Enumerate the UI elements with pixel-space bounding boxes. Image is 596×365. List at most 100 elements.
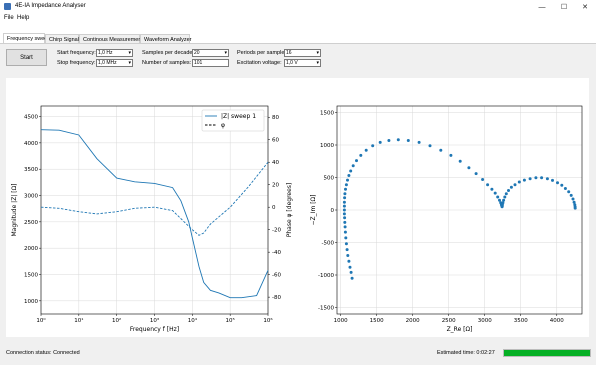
- bode-x-tick-label: 10⁴: [188, 317, 198, 324]
- bode-y-tick-label: 1000: [24, 299, 38, 305]
- bode-y-tick-label: 3500: [24, 167, 38, 173]
- nyquist-point: [556, 181, 559, 185]
- nyquist-point: [345, 248, 349, 252]
- nyquist-point: [349, 169, 353, 173]
- bode-y-tick-label: 4500: [24, 115, 38, 121]
- nyquist-point: [474, 172, 478, 176]
- stop-frequency-select[interactable]: 1,0 MHz ▾: [96, 59, 133, 67]
- progress-bar: [503, 349, 591, 357]
- nyquist-point: [560, 183, 564, 187]
- excitation-voltage-label: Excitation voltage:: [237, 60, 282, 66]
- nyquist-point: [342, 204, 346, 208]
- excitation-voltage-select[interactable]: 1,0 V ▾: [284, 59, 321, 67]
- nyquist-point: [486, 183, 490, 187]
- close-button[interactable]: ✕: [574, 1, 596, 13]
- bode-x-tick-label: 10³: [150, 317, 159, 324]
- nyquist-point: [371, 144, 375, 148]
- bode-x-tick-label: 10⁶: [263, 317, 273, 324]
- number-of-samples-label: Number of samples:: [142, 60, 192, 66]
- bode-x-axis-label: Frequency f [Hz]: [130, 326, 179, 333]
- nyquist-point: [343, 192, 347, 196]
- samples-per-decade-label: Samples per decade:: [142, 50, 194, 56]
- samples-per-decade-select[interactable]: 20 ▾: [192, 49, 229, 57]
- nyquist-point: [507, 189, 510, 192]
- menu-bar: [0, 14, 596, 24]
- bode-legend-label: φ: [221, 122, 225, 129]
- bode-y-tick-label: 2000: [24, 246, 38, 252]
- nyquist-point: [350, 276, 354, 280]
- nyquist-x-tick-label: 2500: [442, 318, 456, 324]
- nyquist-point: [344, 183, 348, 187]
- bode-y-tick-label: 2500: [24, 220, 38, 226]
- nyquist-point: [493, 191, 497, 195]
- nyquist-point: [347, 259, 351, 263]
- nyquist-y-tick-label: -1000: [318, 273, 334, 279]
- nyquist-point: [406, 139, 410, 142]
- bode-x-tick-label: 10¹: [74, 317, 83, 324]
- minimize-button[interactable]: —: [531, 1, 553, 13]
- nyquist-y-tick-label: -500: [322, 241, 335, 247]
- nyquist-point: [344, 236, 348, 240]
- bode-y-tick-label: 3000: [24, 194, 38, 200]
- bode-legend-label: |Z| sweep 1: [221, 113, 256, 120]
- bode-y2-tick-label: 20: [272, 183, 279, 189]
- charts-svg: 10⁰ 10¹ 10² 10³ 10⁴ 10⁵ 10⁶1000150020002500300…: [11, 105, 583, 333]
- nyquist-x-tick-label: 1500: [370, 318, 384, 324]
- nyquist-point: [517, 180, 521, 184]
- menu-file[interactable]: File: [4, 15, 14, 21]
- number-of-samples-field[interactable]: 101: [192, 59, 229, 67]
- window-title: 4E-IA Impedance Analyser: [15, 3, 86, 9]
- nyquist-y-tick-label: 1500: [320, 111, 334, 117]
- nyquist-point: [349, 270, 353, 274]
- chevron-down-icon: ▾: [128, 50, 131, 56]
- menu-help[interactable]: Help: [17, 15, 29, 21]
- nyquist-y-axis-label: −Z_Im [Ω]: [310, 195, 317, 226]
- nyquist-point: [540, 176, 544, 180]
- nyquist-point: [387, 139, 391, 142]
- periods-per-sample-select[interactable]: 16 ▾: [284, 49, 321, 57]
- chevron-down-icon: ▾: [128, 60, 131, 66]
- nyquist-x-tick-label: 3500: [514, 318, 528, 324]
- nyquist-point: [513, 183, 517, 187]
- nyquist-point: [449, 153, 453, 157]
- nyquist-point: [378, 140, 382, 144]
- nyquist-point: [458, 159, 462, 163]
- start-button[interactable]: Start: [6, 49, 47, 66]
- bode-y2-tick-label: -80: [272, 295, 281, 301]
- nyquist-point: [355, 159, 358, 163]
- nyquist-y-tick-label: 1000: [320, 143, 334, 149]
- bode-y2-tick-label: -40: [272, 250, 281, 256]
- nyquist-point: [504, 192, 508, 196]
- plot-canvas: 10⁰ 10¹ 10² 10³ 10⁴ 10⁵ 10⁶ 1000 1500 2000 2500 300…: [6, 78, 589, 337]
- nyquist-point: [342, 200, 346, 204]
- nyquist-point: [567, 190, 571, 194]
- nyquist-point: [417, 140, 421, 144]
- nyquist-point: [344, 187, 347, 191]
- nyquist-point: [346, 178, 349, 182]
- bode-y-axis-label: Magnitude |Z| [Ω]: [11, 183, 18, 236]
- nyquist-point: [571, 197, 575, 201]
- maximize-button[interactable]: ☐: [553, 1, 575, 13]
- nyquist-point: [351, 164, 355, 168]
- bode-y2-tick-label: 80: [272, 115, 279, 121]
- estimated-time: Estimated time: 0:02:27: [437, 350, 495, 356]
- nyquist-point: [528, 177, 532, 181]
- start-frequency-label: Start frequency:: [57, 50, 96, 56]
- start-frequency-select[interactable]: 1,0 Hz ▾: [96, 49, 133, 57]
- nyquist-point: [346, 254, 350, 257]
- stop-frequency-label: Stop frequency:: [57, 60, 96, 66]
- bode-y-tick-label: 4000: [24, 141, 38, 147]
- chevron-down-icon: ▾: [316, 50, 319, 56]
- nyquist-point: [573, 206, 577, 210]
- nyquist-point: [490, 187, 494, 191]
- nyquist-point: [534, 176, 538, 180]
- nyquist-point: [496, 195, 500, 199]
- nyquist-point: [563, 187, 567, 190]
- nyquist-point: [347, 174, 351, 177]
- nyquist-x-axis-label: Z_Re [Ω]: [447, 326, 473, 333]
- bode-y-tick-label: 1500: [24, 273, 38, 279]
- connection-status: Connection status: Connected: [6, 350, 80, 356]
- nyquist-x-tick-label: 3000: [478, 318, 492, 324]
- nyquist-point: [343, 230, 347, 234]
- nyquist-x-tick-label: 2000: [406, 318, 420, 324]
